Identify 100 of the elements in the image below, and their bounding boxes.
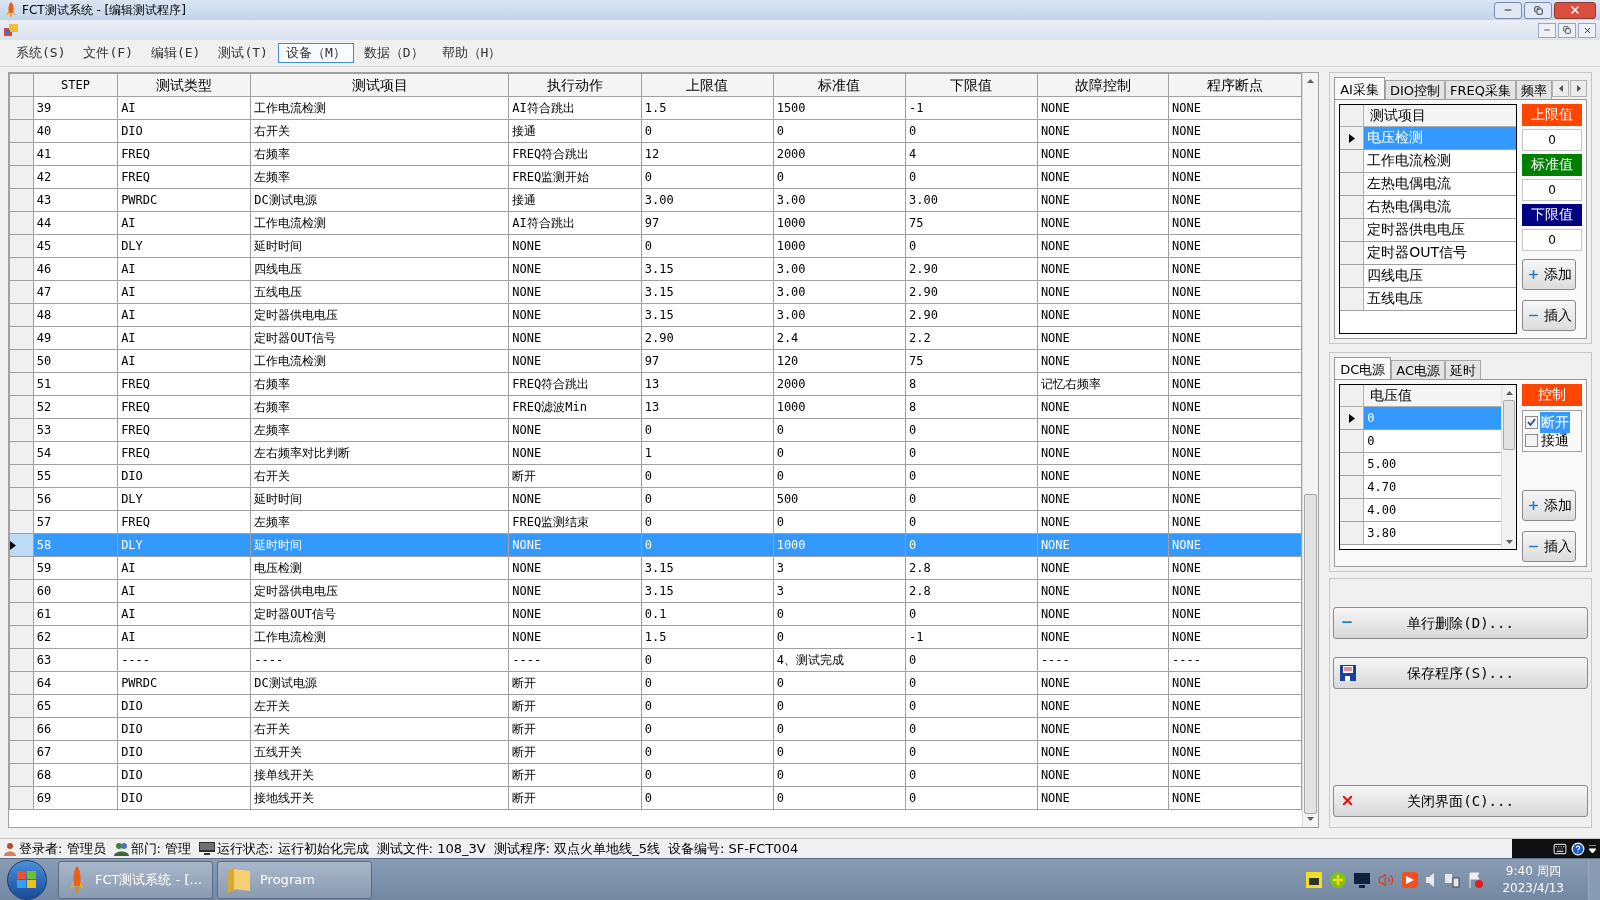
table-row[interactable]: 39 AI 工作电流检测 AI符合跳出 1.5 1500 -1 NONE NONE [9,96,1302,120]
column-header[interactable]: 测试项目 [250,73,509,97]
minimize-button[interactable] [1538,22,1556,38]
column-header[interactable]: 执行动作 [508,73,642,97]
delete-row-button[interactable]: 单行删除(D)... [1333,607,1588,639]
up-arrow-icon[interactable] [1505,390,1513,395]
table-row[interactable]: 59 AI 电压检测 NONE 3.15 3 2.8 NONE NONE [9,556,1302,580]
table-row[interactable]: 42 FREQ 左频率 FREQ监测开始 0 0 0 NONE NONE [9,165,1302,189]
table-row[interactable]: 69 DIO 接地线开关 断开 0 0 0 NONE NONE [9,786,1302,810]
limit-field[interactable]: 0 [1522,179,1582,201]
table-row[interactable]: 40 DIO 右开关 接通 0 0 0 NONE NONE [9,119,1302,143]
column-header[interactable]: 故障控制 [1037,73,1169,97]
insert-button[interactable]: 插入 [1522,300,1577,331]
add-button[interactable]: 添加 [1522,490,1577,521]
close-button[interactable] [1578,22,1596,38]
tab[interactable]: 延时 [1445,360,1482,379]
restore-button[interactable] [1524,1,1552,19]
speaker-icon[interactable] [1378,871,1395,888]
list-item[interactable]: 定时器供电电压 [1364,219,1517,241]
table-row[interactable]: 51 FREQ 右频率 FREQ符合跳出 13 2000 8 记忆右频率 NONE [9,372,1302,396]
table-row[interactable]: 66 DIO 右开关 断开 0 0 0 NONE NONE [9,717,1302,741]
menu-item[interactable]: 测试(T) [210,43,276,63]
close-button[interactable]: 关闭界面(C)... [1333,785,1588,817]
scroll-thumb[interactable] [1304,494,1318,814]
checkbox[interactable] [1525,433,1539,447]
column-header[interactable]: 程序断点 [1168,73,1302,97]
insert-button[interactable]: 插入 [1522,531,1577,562]
save-button[interactable]: 保存程序(S)... [1333,657,1588,689]
table-row[interactable]: 57 FREQ 左频率 FREQ监测结束 0 0 0 NONE NONE [9,510,1302,534]
list-item[interactable]: 四线电压 [1364,265,1517,287]
limit-field[interactable]: 0 [1522,129,1582,151]
table-row[interactable]: 55 DIO 右开关 断开 0 0 0 NONE NONE [9,464,1302,488]
row-header[interactable] [1340,127,1365,149]
table-row[interactable]: 53 FREQ 左频率 NONE 0 0 0 NONE NONE [9,418,1302,442]
tab[interactable]: 频率 [1516,80,1552,99]
list-item[interactable]: 4.70 [1364,476,1502,498]
table-row[interactable]: 41 FREQ 右频率 FREQ符合跳出 12 2000 4 NONE NONE [9,142,1302,166]
table-row[interactable]: 45 DLY 延时时间 NONE 0 1000 0 NONE NONE [9,234,1302,258]
list-item[interactable]: 4.00 [1364,499,1502,521]
table-row[interactable]: 46 AI 四线电压 NONE 3.15 3.00 2.90 NONE NONE [9,257,1302,281]
column-header[interactable]: STEP [33,73,118,97]
table-row[interactable]: 49 AI 定时器OUT信号 NONE 2.90 2.4 2.2 NONE NONE [9,326,1302,350]
keyboard-icon[interactable] [1553,841,1567,856]
start-button[interactable] [7,859,47,900]
scroll-left-button[interactable] [1552,80,1569,97]
table-row[interactable]: 65 DIO 左开关 断开 0 0 0 NONE NONE [9,694,1302,718]
down-arrow-icon[interactable] [1307,817,1315,821]
minimize-button[interactable] [1494,1,1522,19]
scrollbar[interactable] [1302,73,1319,827]
table-row[interactable]: 61 AI 定时器OUT信号 NONE 0.1 0 0 NONE NONE [9,602,1302,626]
table-row[interactable]: 63 ---- ---- ---- 0 4、测试完成 0 ---- ---- [9,648,1302,672]
column-header[interactable]: 电压值 [1364,385,1502,406]
table-row[interactable]: 68 DIO 接单线开关 断开 0 0 0 NONE NONE [9,763,1302,787]
add-button[interactable]: 添加 [1522,259,1577,290]
menu-item[interactable]: 设备（M） [277,43,354,63]
table-row[interactable]: 67 DIO 五线开关 断开 0 0 0 NONE NONE [9,740,1302,764]
list-item[interactable]: 五线电压 [1364,288,1517,310]
menu-item[interactable]: 帮助（H） [433,43,510,63]
dropdown-icon[interactable] [1589,844,1596,853]
row-header[interactable] [9,533,34,557]
menu-item[interactable]: 数据（D） [355,43,432,63]
menu-item[interactable]: 编辑(E) [142,43,209,63]
list-item[interactable]: 左热电偶电流 [1364,173,1517,195]
table-row[interactable]: 54 FREQ 左右频率对比判断 NONE 1 0 0 NONE NONE [9,441,1302,465]
table-row[interactable]: 52 FREQ 右频率 FREQ滤波Min 13 1000 8 NONE NONE [9,395,1302,419]
column-header[interactable]: 下限值 [905,73,1038,97]
table-row[interactable]: 64 PWRDC DC测试电源 断开 0 0 0 NONE NONE [9,671,1302,695]
row-header[interactable] [1340,407,1365,429]
menu-item[interactable]: 文件(F) [75,43,141,63]
list-item[interactable]: 0 [1364,430,1502,452]
tab[interactable]: FREQ采集 [1445,80,1516,99]
table-row[interactable]: 60 AI 定时器供电电压 NONE 3.15 3 2.8 NONE NONE [9,579,1302,603]
table-row[interactable]: 56 DLY 延时时间 NONE 0 500 0 NONE NONE [9,487,1302,511]
close-button[interactable] [1554,1,1596,19]
help-icon[interactable] [1571,841,1585,856]
column-header[interactable]: 标准值 [773,73,906,97]
scroll-thumb[interactable] [1503,400,1516,450]
list-item[interactable]: 定时器OUT信号 [1364,242,1517,264]
tab[interactable]: AI采集 [1334,77,1385,99]
menu-item[interactable]: 系统(S) [8,43,74,63]
scroll-right-button[interactable] [1570,80,1587,97]
list-item[interactable]: 5.00 [1364,453,1502,475]
list-item[interactable]: 右热电偶电流 [1364,196,1517,218]
column-header[interactable]: 上限值 [641,73,774,97]
scrollbar[interactable] [1501,385,1517,549]
down-arrow-icon[interactable] [1505,539,1513,544]
column-header[interactable]: 测试类型 [117,73,251,97]
table-row[interactable]: 43 PWRDC DC测试电源 接通 3.00 3.00 3.00 NONE NONE [9,188,1302,212]
table-row[interactable]: 47 AI 五线电压 NONE 3.15 3.00 2.90 NONE NONE [9,280,1302,304]
table-row[interactable]: 48 AI 定时器供电电压 NONE 3.15 3.00 2.90 NONE NONE [9,303,1302,327]
table-row[interactable]: 50 AI 工作电流检测 NONE 97 120 75 NONE NONE [9,349,1302,373]
tab[interactable]: DC电源 [1334,357,1392,379]
limit-field[interactable]: 0 [1522,229,1582,251]
list-item[interactable]: 3.80 [1364,522,1502,544]
table-row[interactable]: 44 AI 工作电流检测 AI符合跳出 97 1000 75 NONE NONE [9,211,1302,235]
tab[interactable]: DIO控制 [1384,80,1446,99]
up-arrow-icon[interactable] [1307,79,1315,83]
restore-button[interactable] [1558,22,1576,38]
list-item[interactable]: 工作电流检测 [1364,150,1517,172]
checkbox[interactable] [1525,415,1539,429]
